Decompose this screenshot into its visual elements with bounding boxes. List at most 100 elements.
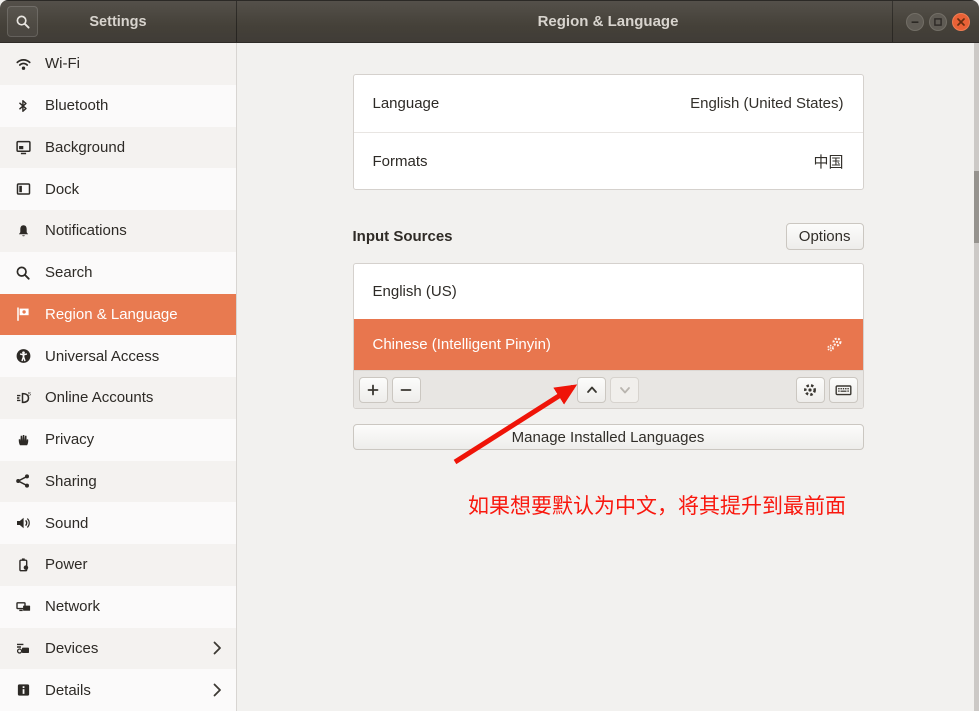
region-language-panel: Language English (United States) Formats…: [237, 43, 979, 711]
input-source-settings-icon[interactable]: [826, 336, 844, 353]
language-formats-card: Language English (United States) Formats…: [353, 74, 864, 190]
sidebar-item-label: Power: [45, 556, 88, 573]
speaker-icon: [14, 515, 32, 531]
input-source-row-chinese[interactable]: Chinese (Intelligent Pinyin): [354, 319, 863, 370]
minimize-button[interactable]: [906, 13, 924, 31]
sidebar-item-sharing[interactable]: Sharing: [0, 461, 236, 503]
language-label: Language: [373, 95, 440, 112]
sidebar-item-notifications[interactable]: Notifications: [0, 210, 236, 252]
formats-label: Formats: [373, 153, 428, 170]
sidebar-item-label: Universal Access: [45, 348, 159, 365]
hand-icon: [14, 432, 32, 448]
input-sources-header: Input Sources Options: [353, 223, 864, 250]
sidebar-item-label: Devices: [45, 640, 98, 657]
keyboard-icon: [835, 382, 852, 398]
maximize-button[interactable]: [929, 13, 947, 31]
sidebar-item-label: Bluetooth: [45, 97, 108, 114]
accessibility-icon: [14, 348, 32, 364]
sidebar-item-background[interactable]: Background: [0, 127, 236, 169]
sidebar-item-label: Wi-Fi: [45, 55, 80, 72]
sidebar-item-label: Search: [45, 264, 93, 281]
input-source-label: Chinese (Intelligent Pinyin): [373, 336, 551, 353]
sidebar-item-label: Sharing: [45, 473, 97, 490]
sidebar-item-label: Notifications: [45, 222, 127, 239]
chevron-right-icon: [213, 683, 222, 697]
input-source-label: English (US): [373, 283, 457, 300]
sidebar-item-region-language[interactable]: Region & Language: [0, 294, 236, 336]
chevron-down-icon: [618, 383, 632, 397]
sidebar: Wi-Fi Bluetooth Background: [0, 43, 237, 711]
scrollbar-handle[interactable]: [974, 171, 979, 243]
network-icon: [14, 599, 32, 615]
keyboard-shortcuts-button[interactable]: [829, 377, 858, 403]
sidebar-item-privacy[interactable]: Privacy: [0, 419, 236, 461]
sidebar-item-devices[interactable]: Devices: [0, 628, 236, 670]
sidebar-item-label: Region & Language: [45, 306, 178, 323]
add-source-button[interactable]: [359, 377, 388, 403]
sidebar-item-dock[interactable]: Dock: [0, 168, 236, 210]
remove-source-button[interactable]: [392, 377, 421, 403]
share-icon: [14, 473, 32, 489]
source-preferences-button[interactable]: [796, 377, 825, 403]
manage-installed-languages-button[interactable]: Manage Installed Languages: [353, 424, 864, 450]
search-icon: [14, 265, 32, 281]
sidebar-item-search[interactable]: Search: [0, 252, 236, 294]
search-icon: [15, 14, 31, 30]
sidebar-item-universal-access[interactable]: Universal Access: [0, 335, 236, 377]
scrollbar[interactable]: [974, 43, 979, 711]
battery-icon: [14, 557, 32, 573]
annotation-text: 如果想要默认为中文，将其提升到最前面: [432, 490, 882, 520]
sidebar-item-details[interactable]: Details: [0, 669, 236, 711]
sidebar-item-label: Network: [45, 598, 100, 615]
input-source-row-english[interactable]: English (US): [354, 264, 863, 319]
sidebar-item-bluetooth[interactable]: Bluetooth: [0, 85, 236, 127]
close-button[interactable]: [952, 13, 970, 31]
sidebar-item-label: Online Accounts: [45, 389, 153, 406]
minimize-icon: [910, 17, 920, 27]
chevron-right-icon: [213, 641, 222, 655]
background-icon: [14, 139, 32, 155]
sidebar-item-label: Background: [45, 139, 125, 156]
sidebar-item-sound[interactable]: Sound: [0, 502, 236, 544]
settings-window: Settings Region & Language: [0, 0, 979, 711]
sidebar-item-label: Sound: [45, 515, 88, 532]
bell-icon: [14, 223, 32, 239]
minus-icon: [399, 383, 413, 397]
dock-icon: [14, 181, 32, 197]
maximize-icon: [933, 17, 943, 27]
window-body: Wi-Fi Bluetooth Background: [0, 43, 979, 711]
flag-icon: [14, 306, 32, 322]
language-row[interactable]: Language English (United States): [354, 75, 863, 132]
formats-value: 中国: [813, 151, 843, 172]
devices-icon: [14, 640, 32, 656]
sidebar-item-online-accounts[interactable]: s Online Accounts: [0, 377, 236, 419]
search-button[interactable]: [7, 6, 38, 37]
input-sources-toolbar: [354, 370, 863, 408]
language-value: English (United States): [690, 95, 843, 112]
online-accounts-icon: s: [14, 390, 32, 406]
svg-text:s: s: [27, 390, 31, 397]
app-title: Settings: [89, 14, 146, 30]
window-controls: [892, 1, 979, 42]
chevron-up-icon: [585, 383, 599, 397]
window-title: Region & Language: [237, 13, 979, 30]
info-icon: [14, 682, 32, 698]
formats-row[interactable]: Formats 中国: [354, 132, 863, 189]
wifi-icon: [14, 56, 32, 72]
sidebar-item-label: Dock: [45, 181, 79, 198]
titlebar: Region & Language: [237, 1, 979, 42]
move-up-button[interactable]: [577, 377, 606, 403]
sidebar-item-wifi[interactable]: Wi-Fi: [0, 43, 236, 85]
sidebar-item-network[interactable]: Network: [0, 586, 236, 628]
bluetooth-icon: [14, 98, 32, 114]
sidebar-item-label: Details: [45, 682, 91, 699]
input-sources-card: English (US) Chinese (Intelligent Pinyin…: [353, 263, 864, 409]
headerbar: Settings Region & Language: [0, 0, 979, 43]
sidebar-header: Settings: [0, 1, 237, 42]
close-icon: [956, 17, 966, 27]
options-button[interactable]: Options: [786, 223, 864, 250]
move-down-button[interactable]: [610, 377, 639, 403]
sidebar-item-label: Privacy: [45, 431, 94, 448]
sidebar-item-power[interactable]: Power: [0, 544, 236, 586]
plus-icon: [366, 383, 380, 397]
